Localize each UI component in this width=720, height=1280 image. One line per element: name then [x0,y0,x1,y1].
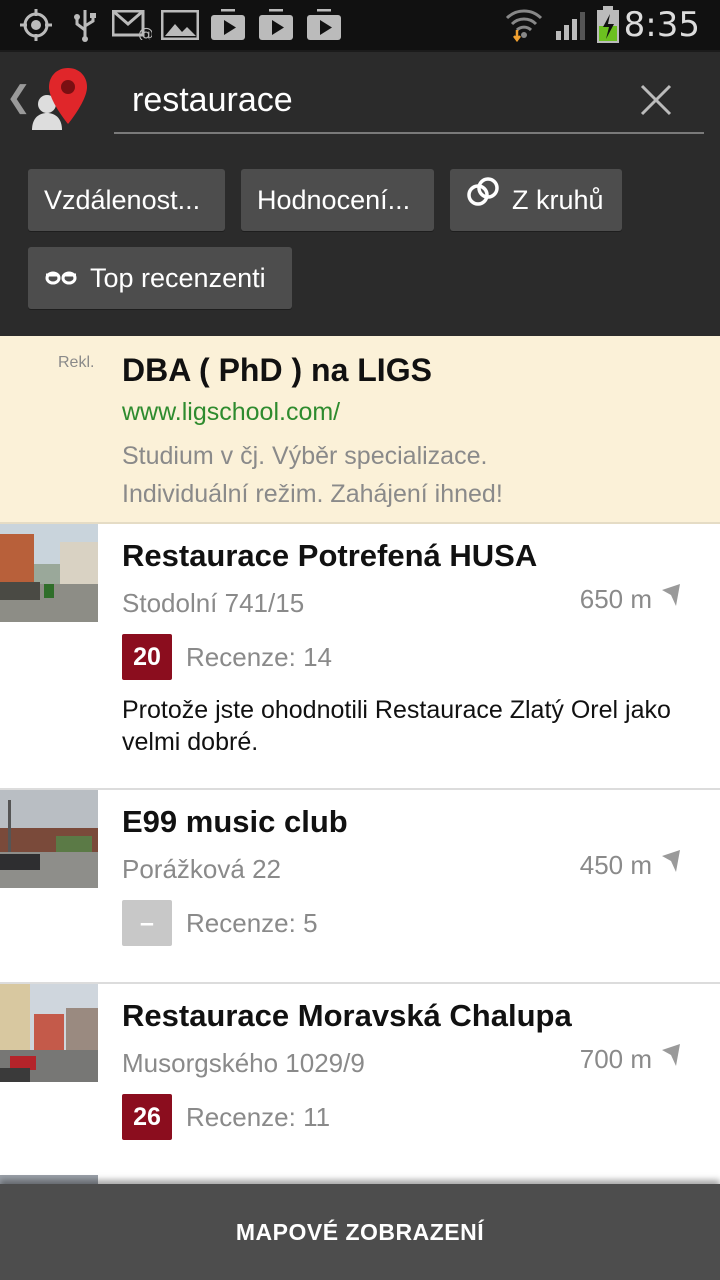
recommendation-reason: Protože jste ohodnotili Restaurace Zlatý… [122,696,671,756]
place-name[interactable]: E99 music club [122,804,348,840]
search-input[interactable]: restaurace [114,66,704,134]
usb-icon [70,8,100,42]
review-count: Recenze: 14 [186,642,332,672]
ad-url[interactable]: www.ligschool.com/ [122,398,340,427]
ad-description-line-2: Individuální režim. Zahájení ihned! [122,480,503,508]
filter-rating-button[interactable]: Hodnocení... [241,169,434,231]
filter-top-reviewers-label: Top recenzenti [90,263,266,293]
gallery-icon [160,8,200,42]
list-item[interactable]: E99 music club Porážková 22 450 m – Rece… [0,790,720,984]
place-address: Stodolní 741/15 [122,588,305,618]
list-item[interactable]: Restaurace Moravská Chalupa Musorgského … [0,984,720,1176]
review-count: Recenze: 11 [186,1102,331,1132]
zagat-score-badge: 26 [122,1094,172,1140]
filter-panel: Vzdálenost... Hodnocení... Z kruhů Top r… [0,146,720,336]
filter-distance-label: Vzdálenost... [44,185,201,215]
place-name[interactable]: Restaurace Moravská Chalupa [122,998,572,1034]
place-photo [0,524,98,622]
filter-circles-label: Z kruhů [512,185,604,215]
map-view-button[interactable]: MAPOVÉ ZOBRAZENÍ [0,1184,720,1280]
filter-circles-button[interactable]: Z kruhů [450,169,622,231]
zagat-score-badge: – [122,900,172,946]
place-name[interactable]: Restaurace Potrefená HUSA [122,538,537,574]
filter-top-reviewers-button[interactable]: Top recenzenti [28,247,292,309]
close-icon[interactable] [636,80,676,120]
direction-arrow-icon [660,1042,682,1068]
direction-arrow-icon [660,848,682,874]
direction-arrow-icon [660,582,682,608]
clock: 8:35 [623,5,700,45]
email-icon: @ [112,8,152,42]
ad-description-line-1: Studium v čj. Výběr specializace. [122,442,488,470]
place-photo [0,790,98,888]
back-chevron-icon[interactable]: ❮ [6,80,31,116]
filter-distance-button[interactable]: Vzdálenost... [28,169,225,231]
place-distance: 650 m [579,584,652,614]
gps-icon [16,8,56,42]
place-photo [0,984,98,1082]
place-address: Porážková 22 [122,854,281,884]
status-bar: @ 8:35 [0,0,720,50]
search-header: ❮ restaurace [0,50,720,146]
signal-icon [554,8,590,42]
play-store-icon [304,8,344,42]
play-store-icon [208,8,248,42]
search-query[interactable]: restaurace [132,80,293,120]
circles-icon [466,169,500,231]
bottom-action-bar: MAPOVÉ ZOBRAZENÍ [0,1184,720,1280]
ad-item[interactable]: Rekl. DBA ( PhD ) na LIGS www.ligschool.… [0,336,720,524]
ad-tag: Rekl. [58,354,95,371]
review-count: Recenze: 5 [186,908,318,938]
zagat-score-badge: 20 [122,634,172,680]
filter-rating-label: Hodnocení... [257,185,411,215]
glasses-icon [44,247,78,309]
play-store-icon [256,8,296,42]
list-item[interactable]: Restaurace Potrefená HUSA Stodolní 741/1… [0,524,720,790]
svg-text:@: @ [138,24,152,40]
place-address: Musorgského 1029/9 [122,1048,365,1078]
maps-app-icon[interactable] [30,66,90,134]
wifi-icon [504,8,544,42]
battery-charging-icon [594,6,622,43]
ad-title[interactable]: DBA ( PhD ) na LIGS [122,352,432,389]
place-distance: 700 m [579,1044,652,1074]
place-distance: 450 m [579,850,652,880]
